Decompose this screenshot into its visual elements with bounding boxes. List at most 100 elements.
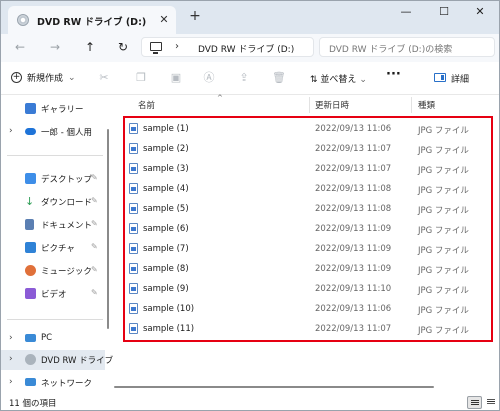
jpg-file-icon bbox=[129, 183, 138, 194]
desktop-icon bbox=[25, 173, 36, 184]
up-icon[interactable]: ↑ bbox=[81, 38, 99, 56]
cut-icon[interactable]: ✂ bbox=[97, 71, 111, 85]
window-close-icon[interactable]: ✕ bbox=[467, 3, 493, 21]
file-date: 2022/09/13 11:09 bbox=[315, 264, 392, 274]
file-row[interactable]: sample (5) 2022/09/13 11:08 JPG ファイル bbox=[126, 200, 490, 220]
sort-ascending-icon: ^ bbox=[217, 94, 223, 102]
sidebar-item-dvd-drive[interactable]: › DVD RW ドライブ bbox=[1, 350, 113, 370]
new-button[interactable]: + 新規作成 ⌄ bbox=[11, 71, 76, 84]
column-divider[interactable] bbox=[411, 97, 412, 113]
file-type: JPG ファイル bbox=[418, 146, 469, 156]
jpg-file-icon bbox=[129, 283, 138, 294]
file-type: JPG ファイル bbox=[418, 266, 469, 276]
paste-icon[interactable]: ▣ bbox=[169, 71, 183, 85]
column-divider[interactable] bbox=[309, 97, 310, 113]
jpg-file-icon bbox=[129, 163, 138, 174]
column-header-type[interactable]: 種類 bbox=[418, 99, 435, 111]
file-row[interactable]: sample (8) 2022/09/13 11:09 JPG ファイル bbox=[126, 260, 490, 280]
file-row[interactable]: sample (1) 2022/09/13 11:06 JPG ファイル bbox=[126, 120, 490, 140]
minimize-icon[interactable]: — bbox=[393, 3, 419, 21]
computer-icon bbox=[150, 42, 162, 54]
breadcrumb-separator: › bbox=[175, 41, 179, 52]
sidebar-item-music[interactable]: ミュージック ✎ bbox=[1, 261, 105, 281]
share-icon[interactable]: ⇪ bbox=[237, 71, 251, 85]
chevron-down-icon: ⌄ bbox=[359, 75, 367, 85]
new-tab-icon[interactable]: + bbox=[187, 8, 203, 24]
chevron-right-icon[interactable]: › bbox=[9, 126, 13, 136]
file-row[interactable]: sample (2) 2022/09/13 11:07 JPG ファイル bbox=[126, 140, 490, 160]
details-view-button[interactable] bbox=[467, 396, 482, 409]
navigation-bar: ← → ↑ ↻ › DVD RW ドライブ (D:) DVD RW ドライブ (… bbox=[1, 34, 499, 62]
horizontal-scrollbar[interactable] bbox=[114, 386, 434, 388]
copy-icon[interactable]: ❐ bbox=[134, 71, 148, 85]
rename-icon[interactable]: Ⓐ bbox=[202, 71, 216, 85]
file-type: JPG ファイル bbox=[418, 206, 469, 216]
sidebar-item-documents[interactable]: ドキュメント ✎ bbox=[1, 215, 105, 235]
music-icon bbox=[25, 265, 36, 276]
chevron-right-icon[interactable]: › bbox=[9, 333, 13, 343]
file-list: 名前 ^ 更新日時 種類 sample (1) 2022/09/13 11:06… bbox=[114, 94, 499, 395]
file-row[interactable]: sample (4) 2022/09/13 11:08 JPG ファイル bbox=[126, 180, 490, 200]
jpg-file-icon bbox=[129, 143, 138, 154]
navigation-pane: ギャラリー › 一郎 - 個人用 デスクトップ ✎ ↓ ダウンロード ✎ ドキュ… bbox=[1, 95, 113, 395]
maximize-icon[interactable]: ☐ bbox=[431, 3, 457, 21]
delete-icon[interactable]: 🗑 bbox=[272, 71, 286, 85]
tab-dvd-drive[interactable]: DVD RW ドライブ (D:) ✕ bbox=[8, 6, 176, 34]
file-name: sample (10) bbox=[143, 304, 195, 314]
file-type: JPG ファイル bbox=[418, 246, 469, 256]
file-date: 2022/09/13 11:06 bbox=[315, 124, 392, 134]
cloud-icon bbox=[25, 128, 36, 135]
details-button[interactable]: 詳細 bbox=[451, 72, 469, 85]
file-type: JPG ファイル bbox=[418, 186, 469, 196]
plus-icon: + bbox=[11, 72, 22, 83]
search-placeholder: DVD RW ドライブ (D:)の検索 bbox=[329, 45, 453, 55]
file-type: JPG ファイル bbox=[418, 126, 469, 136]
back-icon[interactable]: ← bbox=[11, 38, 29, 56]
file-type: JPG ファイル bbox=[418, 166, 469, 176]
chevron-right-icon[interactable]: › bbox=[9, 377, 13, 387]
jpg-file-icon bbox=[129, 203, 138, 214]
file-type: JPG ファイル bbox=[418, 326, 469, 336]
file-date: 2022/09/13 11:07 bbox=[315, 164, 392, 174]
more-options-button[interactable]: ··· bbox=[386, 67, 401, 82]
dvd-drive-icon bbox=[25, 354, 36, 365]
column-header-date[interactable]: 更新日時 bbox=[315, 99, 349, 111]
sidebar-item-downloads[interactable]: ↓ ダウンロード ✎ bbox=[1, 192, 105, 212]
search-input[interactable]: DVD RW ドライブ (D:)の検索 bbox=[319, 37, 495, 57]
file-row[interactable]: sample (6) 2022/09/13 11:09 JPG ファイル bbox=[126, 220, 490, 240]
sidebar-item-desktop[interactable]: デスクトップ ✎ bbox=[1, 169, 105, 189]
details-pane-icon[interactable] bbox=[434, 73, 446, 82]
pin-icon: ✎ bbox=[91, 242, 98, 251]
sidebar-item-pc[interactable]: › PC bbox=[1, 329, 105, 349]
forward-icon[interactable]: → bbox=[46, 38, 64, 56]
address-bar[interactable]: › DVD RW ドライブ (D:) bbox=[141, 37, 314, 57]
sidebar-divider bbox=[7, 155, 103, 156]
sidebar-item-network[interactable]: › ネットワーク bbox=[1, 373, 105, 393]
sidebar-item-gallery[interactable]: ギャラリー bbox=[1, 99, 105, 119]
file-row[interactable]: sample (11) 2022/09/13 11:07 JPG ファイル bbox=[126, 320, 490, 340]
pin-icon: ✎ bbox=[91, 265, 98, 274]
breadcrumb[interactable]: DVD RW ドライブ (D:) bbox=[198, 42, 294, 55]
pin-icon: ✎ bbox=[91, 196, 98, 205]
title-bar: DVD RW ドライブ (D:) ✕ + — ☐ ✕ bbox=[1, 1, 499, 34]
pictures-icon bbox=[25, 242, 36, 253]
sidebar-item-pictures[interactable]: ピクチャ ✎ bbox=[1, 238, 105, 258]
file-name: sample (1) bbox=[143, 124, 189, 134]
sidebar-item-onedrive[interactable]: › 一郎 - 個人用 bbox=[1, 122, 105, 142]
command-bar: + 新規作成 ⌄ ✂ ❐ ▣ Ⓐ ⇪ 🗑 ⇅ 並べ替え ⌄ ··· 詳細 bbox=[1, 62, 499, 95]
file-row[interactable]: sample (10) 2022/09/13 11:06 JPG ファイル bbox=[126, 300, 490, 320]
list-view-icon bbox=[471, 400, 479, 405]
file-name: sample (7) bbox=[143, 244, 189, 254]
column-header-name[interactable]: 名前 bbox=[138, 99, 155, 111]
file-row[interactable]: sample (7) 2022/09/13 11:09 JPG ファイル bbox=[126, 240, 490, 260]
sidebar-scrollbar[interactable] bbox=[107, 129, 109, 329]
jpg-file-icon bbox=[129, 243, 138, 254]
sort-button[interactable]: ⇅ 並べ替え ⌄ bbox=[310, 72, 367, 85]
file-row[interactable]: sample (9) 2022/09/13 11:10 JPG ファイル bbox=[126, 280, 490, 300]
chevron-right-icon[interactable]: › bbox=[9, 354, 13, 364]
file-row[interactable]: sample (3) 2022/09/13 11:07 JPG ファイル bbox=[126, 160, 490, 180]
sidebar-item-videos[interactable]: ビデオ ✎ bbox=[1, 284, 105, 304]
tiles-view-button[interactable] bbox=[484, 396, 499, 409]
close-tab-icon[interactable]: ✕ bbox=[158, 13, 170, 26]
refresh-icon[interactable]: ↻ bbox=[114, 38, 132, 56]
